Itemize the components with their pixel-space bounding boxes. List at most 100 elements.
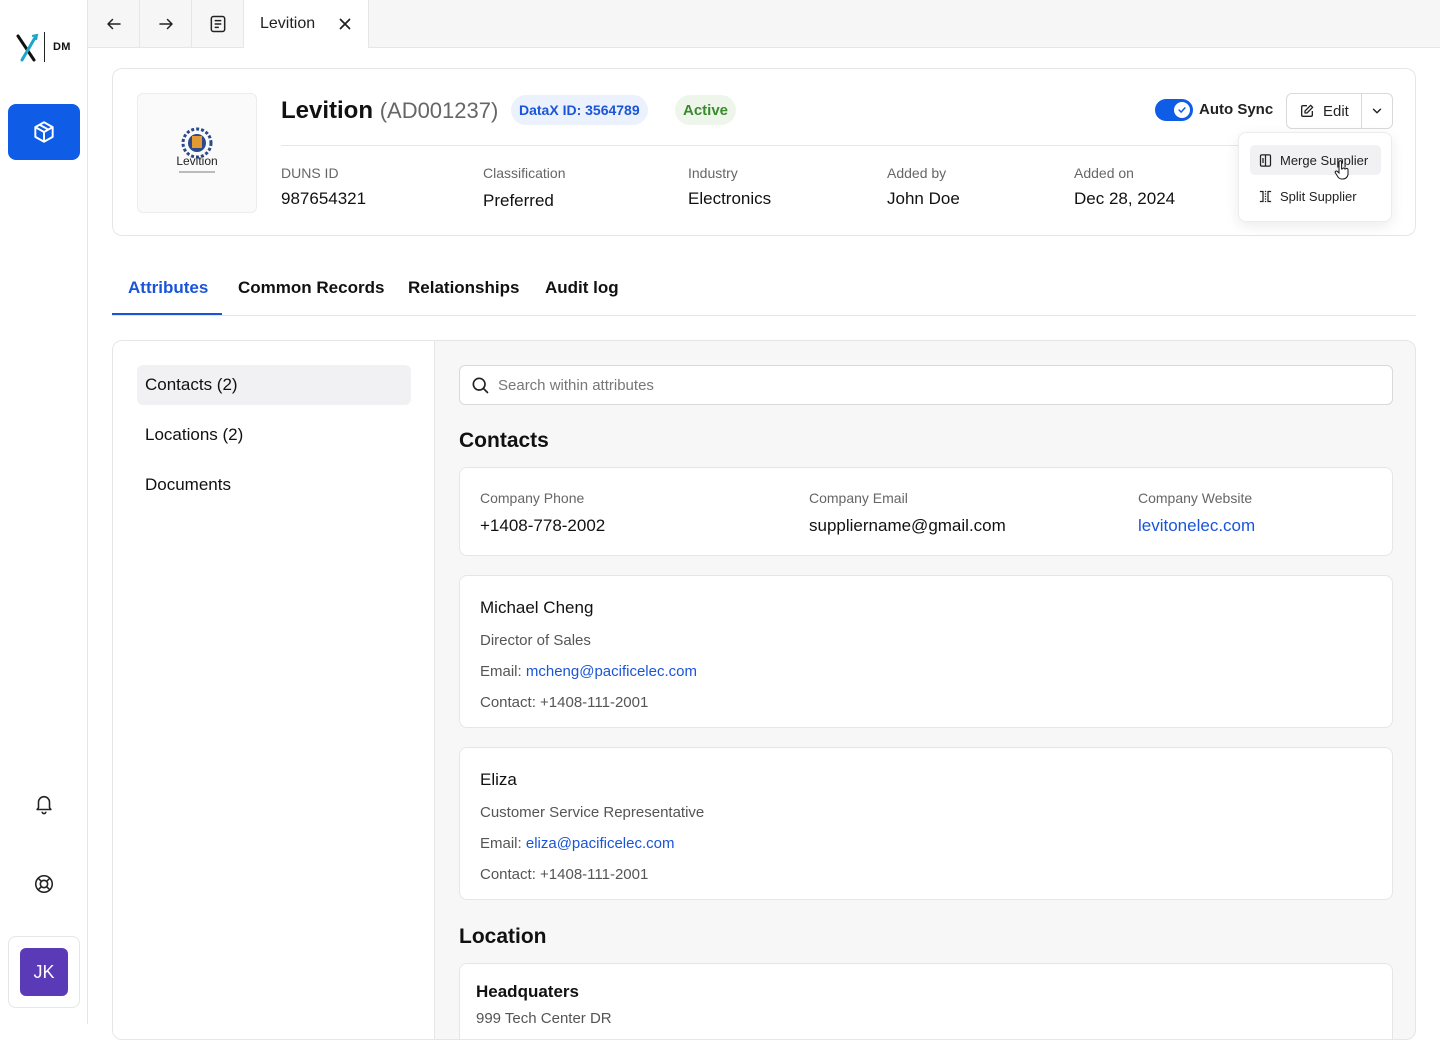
user-menu[interactable]: JK: [8, 936, 80, 1008]
email-label: Email:: [480, 835, 522, 852]
field-value: suppliername@gmail.com: [809, 516, 1006, 535]
supplier-code: (AD001237): [379, 98, 499, 123]
meta-industry: Industry Electronics: [688, 165, 771, 209]
sidebar-item-contacts[interactable]: Contacts (2): [137, 365, 411, 405]
meta-label: Added on: [1074, 165, 1134, 181]
meta-label: DUNS ID: [281, 165, 339, 181]
contact-card: Eliza Customer Service Representative Em…: [459, 747, 1393, 900]
notifications-button[interactable]: [32, 792, 56, 816]
left-rail: DM JK: [0, 0, 88, 1024]
email-link[interactable]: eliza@pacificelec.com: [526, 835, 675, 852]
contact-role: Director of Sales: [480, 632, 591, 649]
back-button[interactable]: [88, 0, 140, 48]
field-label: Company Email: [809, 490, 908, 506]
edit-icon: [1301, 104, 1314, 117]
split-icon: [1259, 190, 1272, 202]
location-item: Headquaters 999 Tech Center DR: [476, 982, 612, 1027]
close-icon[interactable]: [336, 15, 354, 33]
search-input[interactable]: [498, 376, 1358, 394]
company-email: Company Email suppliername@gmail.com: [809, 490, 1006, 536]
sidebar-item-locations[interactable]: Locations (2): [137, 415, 411, 455]
contact-role: Customer Service Representative: [480, 804, 705, 821]
contact-email-line: Email: eliza@pacificelec.com: [480, 835, 704, 852]
contacts-heading: Contacts: [459, 429, 549, 452]
document-button[interactable]: [192, 0, 244, 48]
meta-classification: Classification Preferred: [483, 165, 565, 211]
header-divider: [281, 145, 1391, 146]
bell-icon: [36, 795, 52, 815]
datax-id-badge: DataX ID: 3564789: [511, 95, 648, 125]
lifebuoy-icon: [34, 874, 54, 894]
active-tab-indicator: [112, 313, 222, 315]
meta-label: Classification: [483, 165, 566, 181]
contact-person: Eliza Customer Service Representative Em…: [480, 770, 704, 883]
menu-item-label: Merge Supplier: [1280, 152, 1369, 168]
attributes-panel: Contacts (2) Locations (2) Documents Con…: [112, 340, 1416, 1040]
company-contact-card: Company Phone +1408-778-2002 Company Ema…: [459, 467, 1393, 556]
edit-label: Edit: [1323, 102, 1349, 120]
merge-icon: [1259, 153, 1272, 167]
menu-item-label: Split Supplier: [1280, 188, 1357, 204]
supplier-logo-image: Levition: [176, 127, 218, 173]
status-badge: Active: [675, 95, 737, 125]
meta-duns: DUNS ID 987654321: [281, 165, 366, 209]
avatar: JK: [20, 948, 68, 996]
contact-phone: Contact: +1408-111-2001: [480, 866, 649, 883]
contact-email-line: Email: mcheng@pacificelec.com: [480, 663, 697, 680]
meta-added-by: Added by John Doe: [887, 165, 960, 209]
open-tab-levition[interactable]: Levition: [244, 0, 369, 48]
attributes-sidebar: Contacts (2) Locations (2) Documents: [113, 341, 435, 1039]
location-address: 999 Tech Center DR: [476, 1010, 612, 1027]
open-tab-title: Levition: [260, 15, 316, 32]
field-label: Company Phone: [480, 490, 585, 506]
app-logo[interactable]: DM: [16, 30, 71, 64]
email-link[interactable]: mcheng@pacificelec.com: [526, 663, 697, 680]
meta-value: John Doe: [887, 189, 960, 208]
supplier-header-card: Levition Levition (AD001237) DataX ID: 3…: [112, 68, 1416, 236]
company-phone: Company Phone +1408-778-2002: [480, 490, 605, 536]
supplier-name: Levition: [281, 97, 374, 124]
logo-divider: [44, 32, 45, 62]
field-value: +1408-778-2002: [480, 516, 606, 535]
contact-person: Michael Cheng Director of Sales Email: m…: [480, 598, 697, 711]
email-label: Email:: [480, 663, 522, 680]
menu-item-split-supplier[interactable]: Split Supplier: [1250, 181, 1381, 211]
edit-button[interactable]: Edit: [1286, 93, 1362, 129]
forward-button[interactable]: [140, 0, 192, 48]
supplier-logo: Levition: [137, 93, 257, 213]
menu-item-merge-supplier[interactable]: Merge Supplier: [1250, 145, 1381, 175]
cube-icon: [34, 121, 54, 143]
location-card: Headquaters 999 Tech Center DR: [459, 963, 1393, 1039]
contact-card: Michael Cheng Director of Sales Email: m…: [459, 575, 1393, 728]
arrow-left-icon: [106, 18, 121, 30]
meta-value: Preferred: [483, 191, 554, 210]
check-icon: [1178, 107, 1186, 113]
supplier-title: Levition (AD001237): [281, 97, 498, 125]
tab-attributes[interactable]: Attributes: [128, 278, 208, 298]
chevron-down-icon: [1372, 108, 1382, 114]
tab-common-records[interactable]: Common Records: [238, 278, 384, 298]
actions-dropdown: Merge Supplier Split Supplier: [1238, 132, 1392, 222]
meta-added-on: Added on Dec 28, 2024: [1074, 165, 1175, 209]
nav-item-suppliers[interactable]: [8, 104, 80, 160]
website-link[interactable]: levitonelec.com: [1138, 516, 1255, 536]
tab-relationships[interactable]: Relationships: [408, 278, 519, 298]
auto-sync-toggle[interactable]: [1155, 99, 1193, 121]
x-logo-icon: [16, 33, 39, 62]
meta-value: Dec 28, 2024: [1074, 189, 1176, 208]
top-tab-bar: Levition: [88, 0, 1440, 48]
location-heading: Location: [459, 925, 547, 948]
sidebar-item-documents[interactable]: Documents: [137, 465, 411, 505]
arrow-right-icon: [158, 18, 173, 30]
contact-name: Eliza: [480, 770, 517, 789]
hand-pointer-icon: [1334, 160, 1349, 180]
more-actions-button[interactable]: [1361, 93, 1393, 129]
document-icon: [210, 15, 225, 33]
tab-audit-log[interactable]: Audit log: [545, 278, 619, 298]
field-label: Company Website: [1138, 490, 1253, 506]
help-button[interactable]: [32, 872, 56, 896]
svg-text:Levition: Levition: [176, 154, 217, 168]
meta-label: Added by: [887, 165, 947, 181]
contact-name: Michael Cheng: [480, 598, 594, 617]
meta-label: Industry: [688, 165, 738, 181]
